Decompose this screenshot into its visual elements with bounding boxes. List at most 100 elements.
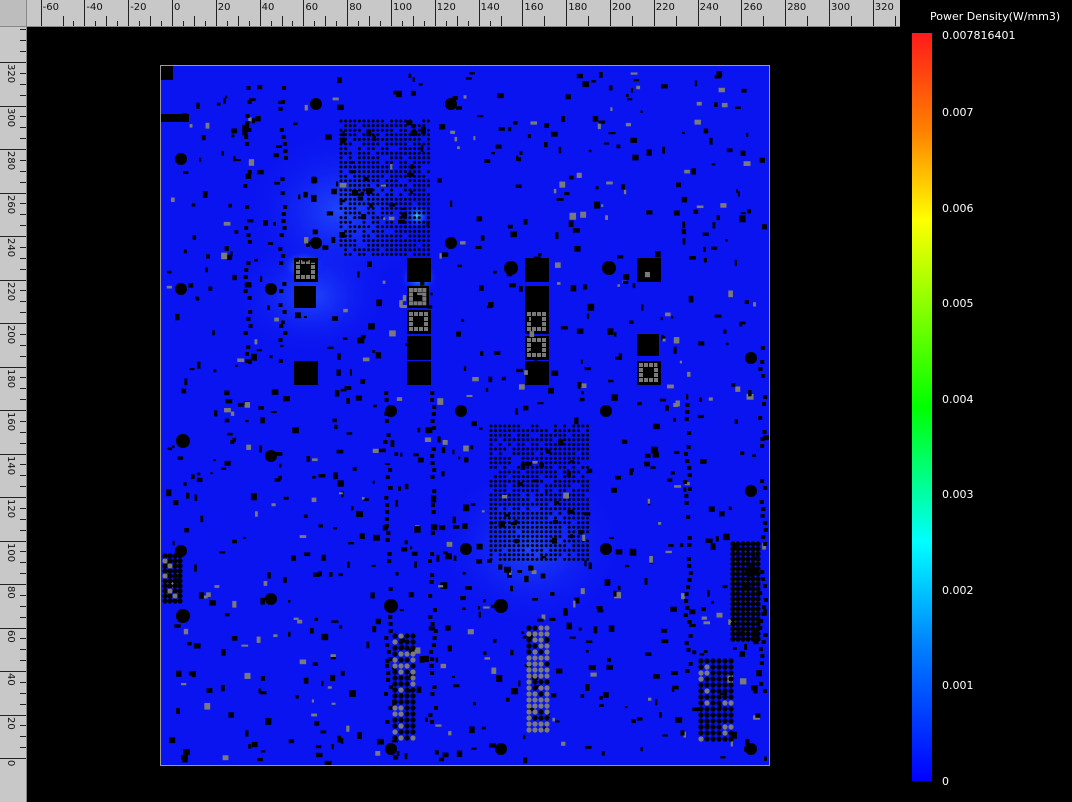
smd-part [483,599,486,603]
smd-part [375,751,381,756]
bga-ball [399,156,403,160]
bga-ball [394,252,398,256]
smd-part [295,695,299,699]
smd-part [340,670,345,676]
smd-part [331,702,336,705]
smd-part [488,376,493,383]
smd-part [346,725,350,732]
smd-part [424,437,432,443]
bga-ball [526,539,530,543]
bga-ball [567,521,571,525]
bga-ball [385,211,389,215]
bga-ball [576,516,580,520]
bga-ball [535,475,539,479]
bga-ball [339,170,343,174]
smd-part [349,369,353,376]
smd-part [245,420,249,423]
bga-ball [353,174,357,178]
smd-part [196,102,200,109]
bga-ball [553,456,557,460]
via [387,608,392,612]
pad-dot [704,676,710,682]
smd-part [303,677,309,684]
smd-part [426,220,430,227]
pad-dot [392,675,398,681]
pcb-power-density-map[interactable] [160,65,770,766]
bga-ball [390,225,394,229]
smd-part [671,315,674,319]
bga-ball [489,465,493,469]
bga-ball [371,147,375,151]
via [282,282,287,286]
via [761,535,766,539]
pad-dot [716,658,722,664]
bga-ball [362,229,366,233]
smd-part [613,332,617,337]
bga-ball [549,525,553,529]
bga-ball [394,119,398,123]
board-canvas[interactable] [161,66,769,765]
smd-part [395,499,398,507]
pad-dot [716,688,722,694]
smd-part [224,418,230,423]
smd-part [360,379,366,384]
bga-ball [385,128,389,132]
smd-part [402,548,408,552]
pad-dot [745,636,751,642]
bga-ball [586,438,590,442]
smd-part [440,663,447,669]
pad-dot [538,667,544,673]
pad-dot [750,631,756,637]
bga-ball [517,534,521,538]
pad-dot [728,676,734,682]
via [430,692,435,696]
bga-ball [371,119,375,123]
bga-ball [426,243,430,247]
smd-part [210,472,213,475]
mounting-hole [495,743,507,755]
via [687,543,692,547]
bga-ball [572,548,576,552]
bga-ball [535,525,539,529]
smd-part [714,102,718,108]
ruler-left-label: 120 [5,499,16,519]
bga-ball [521,488,525,492]
smd-part [601,751,605,756]
smd-part [496,674,503,682]
pad [542,327,546,331]
smd-part [529,350,534,353]
smd-part [485,387,489,392]
bga-ball [394,206,398,210]
bga-ball [403,197,407,201]
pad-dot [704,682,710,688]
via [762,430,767,434]
bga-ball [549,521,553,525]
pad-dot [404,639,410,645]
smd-part [250,493,257,501]
smd-part [599,71,603,78]
smd-part [744,643,748,650]
bga-ball [586,488,590,492]
smd-part [553,188,557,194]
via [763,528,768,532]
pad [527,338,531,342]
bga-ball [517,475,521,479]
bga-ball [526,557,530,561]
pad-dot [410,723,416,729]
bga-ball [576,539,580,543]
bga-ball [521,452,525,456]
bga-ball [572,525,576,529]
pad-dot [740,586,746,592]
pad-dot [745,596,751,602]
smd-part [658,712,662,718]
bga-ball [413,239,417,243]
bga-ball [367,165,371,169]
smd-part [624,706,628,709]
smd-part [368,323,375,330]
smd-part [230,440,235,444]
ruler-left-label: 320 [5,64,16,84]
bga-ball [576,557,580,561]
bga-ball [535,544,539,548]
ruler-top-label: 40 [261,2,275,13]
smd-part [673,402,679,408]
